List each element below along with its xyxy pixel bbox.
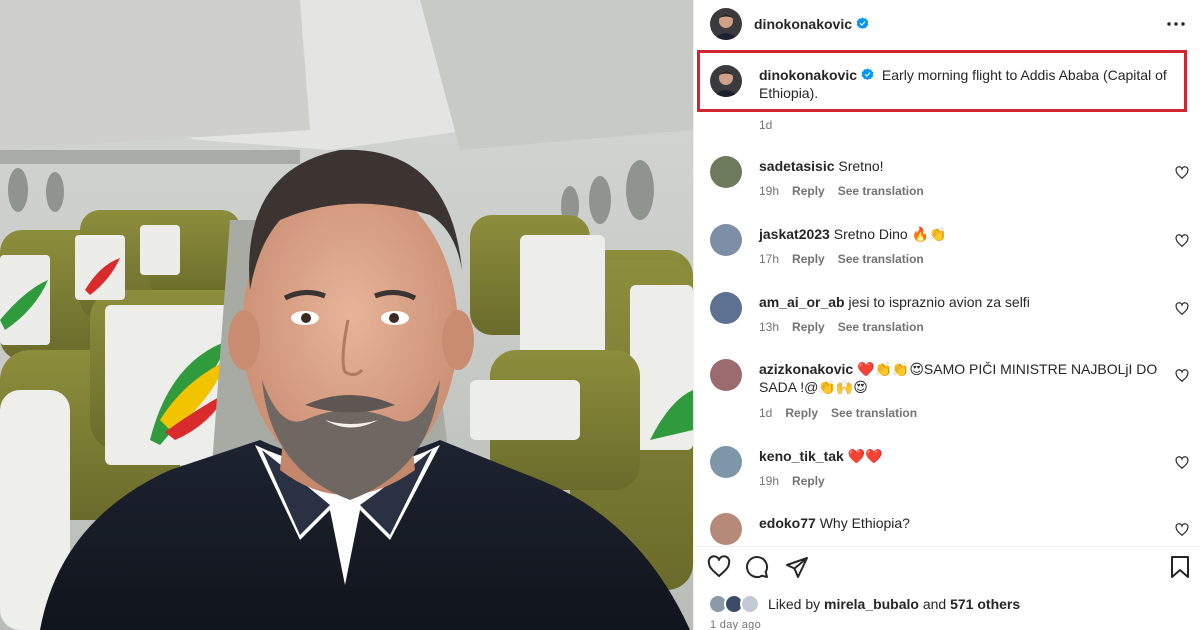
reply-button[interactable]: Reply (792, 184, 825, 198)
comment-text: Sretno Dino 🔥👏 (833, 226, 947, 242)
post-photo[interactable] (0, 0, 693, 630)
see-translation-button[interactable]: See translation (831, 406, 917, 420)
comment-body: azizkonakovic ❤️👏👏😍SAMO PIČI MINISTRE NA… (759, 360, 1169, 396)
reply-button[interactable]: Reply (792, 252, 825, 266)
caption-author-avatar[interactable] (710, 65, 742, 97)
comment-like-heart-icon[interactable] (1175, 456, 1189, 470)
caption-timestamp: 1d (759, 118, 773, 132)
post-action-bar (694, 548, 1200, 588)
likes-summary: Liked by mirela_bubalo and 571 others (708, 594, 1020, 614)
see-translation-button[interactable]: See translation (838, 252, 924, 266)
comment-body: jaskat2023 Sretno Dino 🔥👏 (759, 225, 1169, 243)
caption-username[interactable]: dinokonakovic (759, 67, 857, 83)
commenter-avatar[interactable] (710, 359, 742, 391)
author-avatar[interactable] (710, 7, 742, 40)
comment-body: am_ai_or_ab jesi to ispraznio avion za s… (759, 293, 1169, 311)
share-icon[interactable] (784, 554, 810, 580)
comment-username[interactable]: jaskat2023 (759, 226, 830, 242)
post-date: 1 day ago (710, 619, 762, 630)
commenter-avatar[interactable] (710, 513, 742, 545)
comment-username[interactable]: sadetasisic (759, 158, 835, 174)
comment-like-heart-icon[interactable] (1175, 369, 1189, 383)
comment-item: jaskat2023 Sretno Dino 🔥👏 17h Reply See tr… (694, 224, 1200, 284)
bookmark-icon[interactable] (1167, 554, 1193, 580)
comment-meta: 19h Reply See translation (759, 184, 937, 198)
comment-username[interactable]: edoko77 (759, 515, 816, 531)
commenter-avatar[interactable] (710, 156, 742, 188)
reply-button[interactable]: Reply (792, 320, 825, 334)
likes-joiner: and (922, 596, 947, 612)
heart-icon[interactable] (706, 554, 732, 580)
comment-meta: 17h Reply See translation (759, 252, 937, 266)
comment-item: am_ai_or_ab jesi to ispraznio avion za s… (694, 292, 1200, 352)
comment-like-heart-icon[interactable] (1175, 234, 1189, 248)
comment-meta: 13h Reply See translation (759, 320, 937, 334)
comment-text: Sretno! (838, 158, 884, 174)
comment-time: 17h (759, 252, 780, 266)
likes-others-link[interactable]: 571 others (950, 596, 1020, 612)
comment-item: azizkonakovic ❤️👏👏😍SAMO PIČI MINISTRE NA… (694, 359, 1200, 431)
comment-body: sadetasisic Sretno! (759, 157, 1169, 175)
comment-body: edoko77 Why Ethiopia? (759, 514, 1169, 532)
comment-username[interactable]: keno_tik_tak (759, 448, 844, 464)
comment-item: sadetasisic Sretno! 19h Reply See translat… (694, 156, 1200, 216)
reply-button[interactable]: Reply (792, 474, 825, 488)
likes-prefix: Liked by (768, 596, 821, 612)
comment-username[interactable]: am_ai_or_ab (759, 294, 845, 310)
see-translation-button[interactable]: See translation (838, 184, 924, 198)
comment-icon[interactable] (744, 554, 770, 580)
commenter-avatar[interactable] (710, 292, 742, 324)
see-translation-button[interactable]: See translation (838, 320, 924, 334)
reply-button[interactable]: Reply (785, 406, 818, 420)
verified-badge-icon (861, 68, 874, 81)
actions-divider (694, 546, 1200, 547)
comment-item: edoko77 Why Ethiopia? (694, 513, 1200, 546)
comment-item: keno_tik_tak ❤️❤️ 19h Reply (694, 446, 1200, 506)
comment-time: 19h (759, 474, 780, 488)
comment-like-heart-icon[interactable] (1175, 302, 1189, 316)
commenter-avatar[interactable] (710, 446, 742, 478)
comment-username[interactable]: azizkonakovic (759, 361, 853, 377)
post-header: dinokonakovic (694, 0, 1200, 47)
comment-time: 1d (759, 406, 773, 420)
liker-avatar (740, 594, 760, 614)
comment-meta: 1d Reply See translation (759, 406, 930, 420)
liker-username[interactable]: mirela_bubalo (824, 596, 919, 612)
comment-time: 13h (759, 320, 780, 334)
post-details-panel: dinokonakovic dinokonakovic Early mornin… (693, 0, 1200, 630)
instagram-post-view: dinokonakovic dinokonakovic Early mornin… (0, 0, 1200, 630)
commenter-avatar[interactable] (710, 224, 742, 256)
airplane-selfie-image (0, 0, 693, 630)
more-horizontal-icon[interactable] (1165, 13, 1187, 35)
verified-badge-icon (856, 17, 869, 30)
comment-text: ❤️❤️ (847, 448, 883, 464)
caption-text-block: dinokonakovic Early morning flight to Ad… (759, 66, 1189, 102)
comment-like-heart-icon[interactable] (1175, 166, 1189, 180)
liker-avatars (708, 594, 762, 614)
author-username[interactable]: dinokonakovic (754, 16, 852, 32)
comment-time: 19h (759, 184, 780, 198)
comment-body: keno_tik_tak ❤️❤️ (759, 447, 1169, 465)
comment-text: Why Ethiopia? (819, 515, 910, 531)
comment-like-heart-icon[interactable] (1175, 523, 1189, 537)
comment-text: jesi to ispraznio avion za selfi (848, 294, 1030, 310)
comment-meta: 19h Reply (759, 474, 838, 488)
